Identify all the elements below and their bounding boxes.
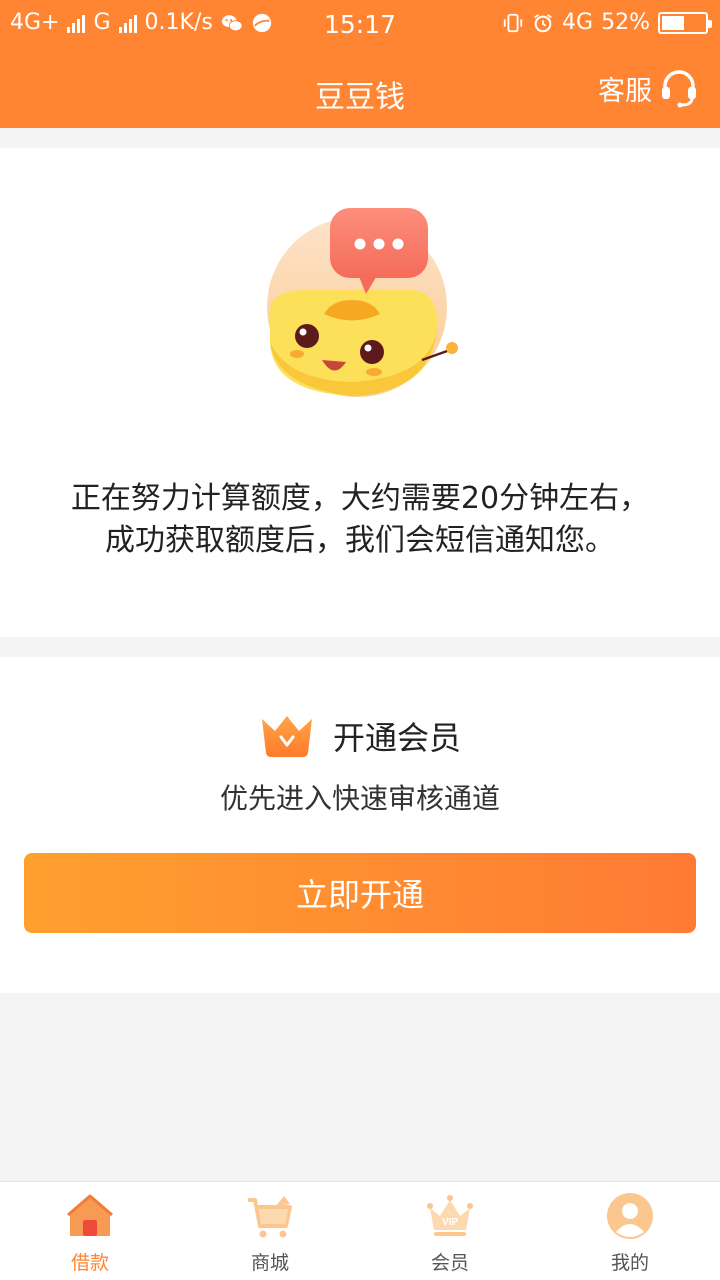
vibrate-icon — [503, 13, 523, 32]
app-header: 豆豆钱 客服 — [0, 52, 720, 128]
network-type-label-3: 4G — [562, 10, 594, 35]
crown-icon — [261, 716, 312, 757]
membership-card: 开通会员 优先进入快速审核通道 立即开通 — [0, 657, 720, 993]
calculating-message: 正在努力计算额度，大约需要20分钟左右， 成功获取额度后，我们会短信通知您。 — [0, 478, 720, 562]
customer-service-button[interactable]: 客服 — [598, 68, 698, 108]
tab-label-mall: 商城 — [250, 1252, 289, 1274]
tab-loan[interactable]: 借款 — [0, 1182, 180, 1280]
headset-icon — [662, 70, 696, 108]
credit-calc-card: 正在努力计算额度，大约需要20分钟左右， 成功获取额度后，我们会短信通知您。 — [0, 148, 720, 637]
status-bar: 4G+ G 0.1K/s 15:17 4G 52% — [0, 0, 720, 52]
mascot-illustration — [267, 208, 458, 397]
tab-member[interactable]: VIP 会员 — [360, 1182, 540, 1280]
bottom-tab-bar: 借款 商城 VIP 会员 我的 — [0, 1181, 720, 1280]
membership-heading: 开通会员 — [0, 713, 720, 759]
tab-label-member: 会员 — [430, 1252, 469, 1274]
battery-icon — [658, 11, 712, 34]
tab-label-loan: 借款 — [70, 1252, 109, 1274]
user-avatar-icon — [607, 1193, 653, 1239]
tab-mine[interactable]: 我的 — [540, 1182, 720, 1280]
open-membership-button[interactable]: 立即开通 — [24, 853, 696, 933]
customer-service-label: 客服 — [598, 75, 652, 107]
tab-mall[interactable]: 商城 — [180, 1182, 360, 1280]
calculating-message-line-2: 成功获取额度后，我们会短信通知您。 — [105, 523, 615, 558]
vip-crown-icon: VIP — [427, 1195, 473, 1236]
membership-subtitle: 优先进入快速审核通道 — [219, 782, 500, 815]
cart-icon — [248, 1196, 292, 1238]
battery-fill — [662, 15, 684, 30]
alarm-icon — [534, 13, 552, 32]
status-right: 4G 52% — [502, 10, 712, 35]
calculating-message-line-1: 正在努力计算额度，大约需要20分钟左右， — [70, 481, 650, 516]
tab-label-mine: 我的 — [610, 1252, 649, 1274]
membership-title: 开通会员 — [332, 719, 461, 757]
house-icon — [67, 1194, 113, 1236]
battery-percent: 52% — [601, 10, 650, 35]
svg-text:VIP: VIP — [442, 1217, 458, 1228]
